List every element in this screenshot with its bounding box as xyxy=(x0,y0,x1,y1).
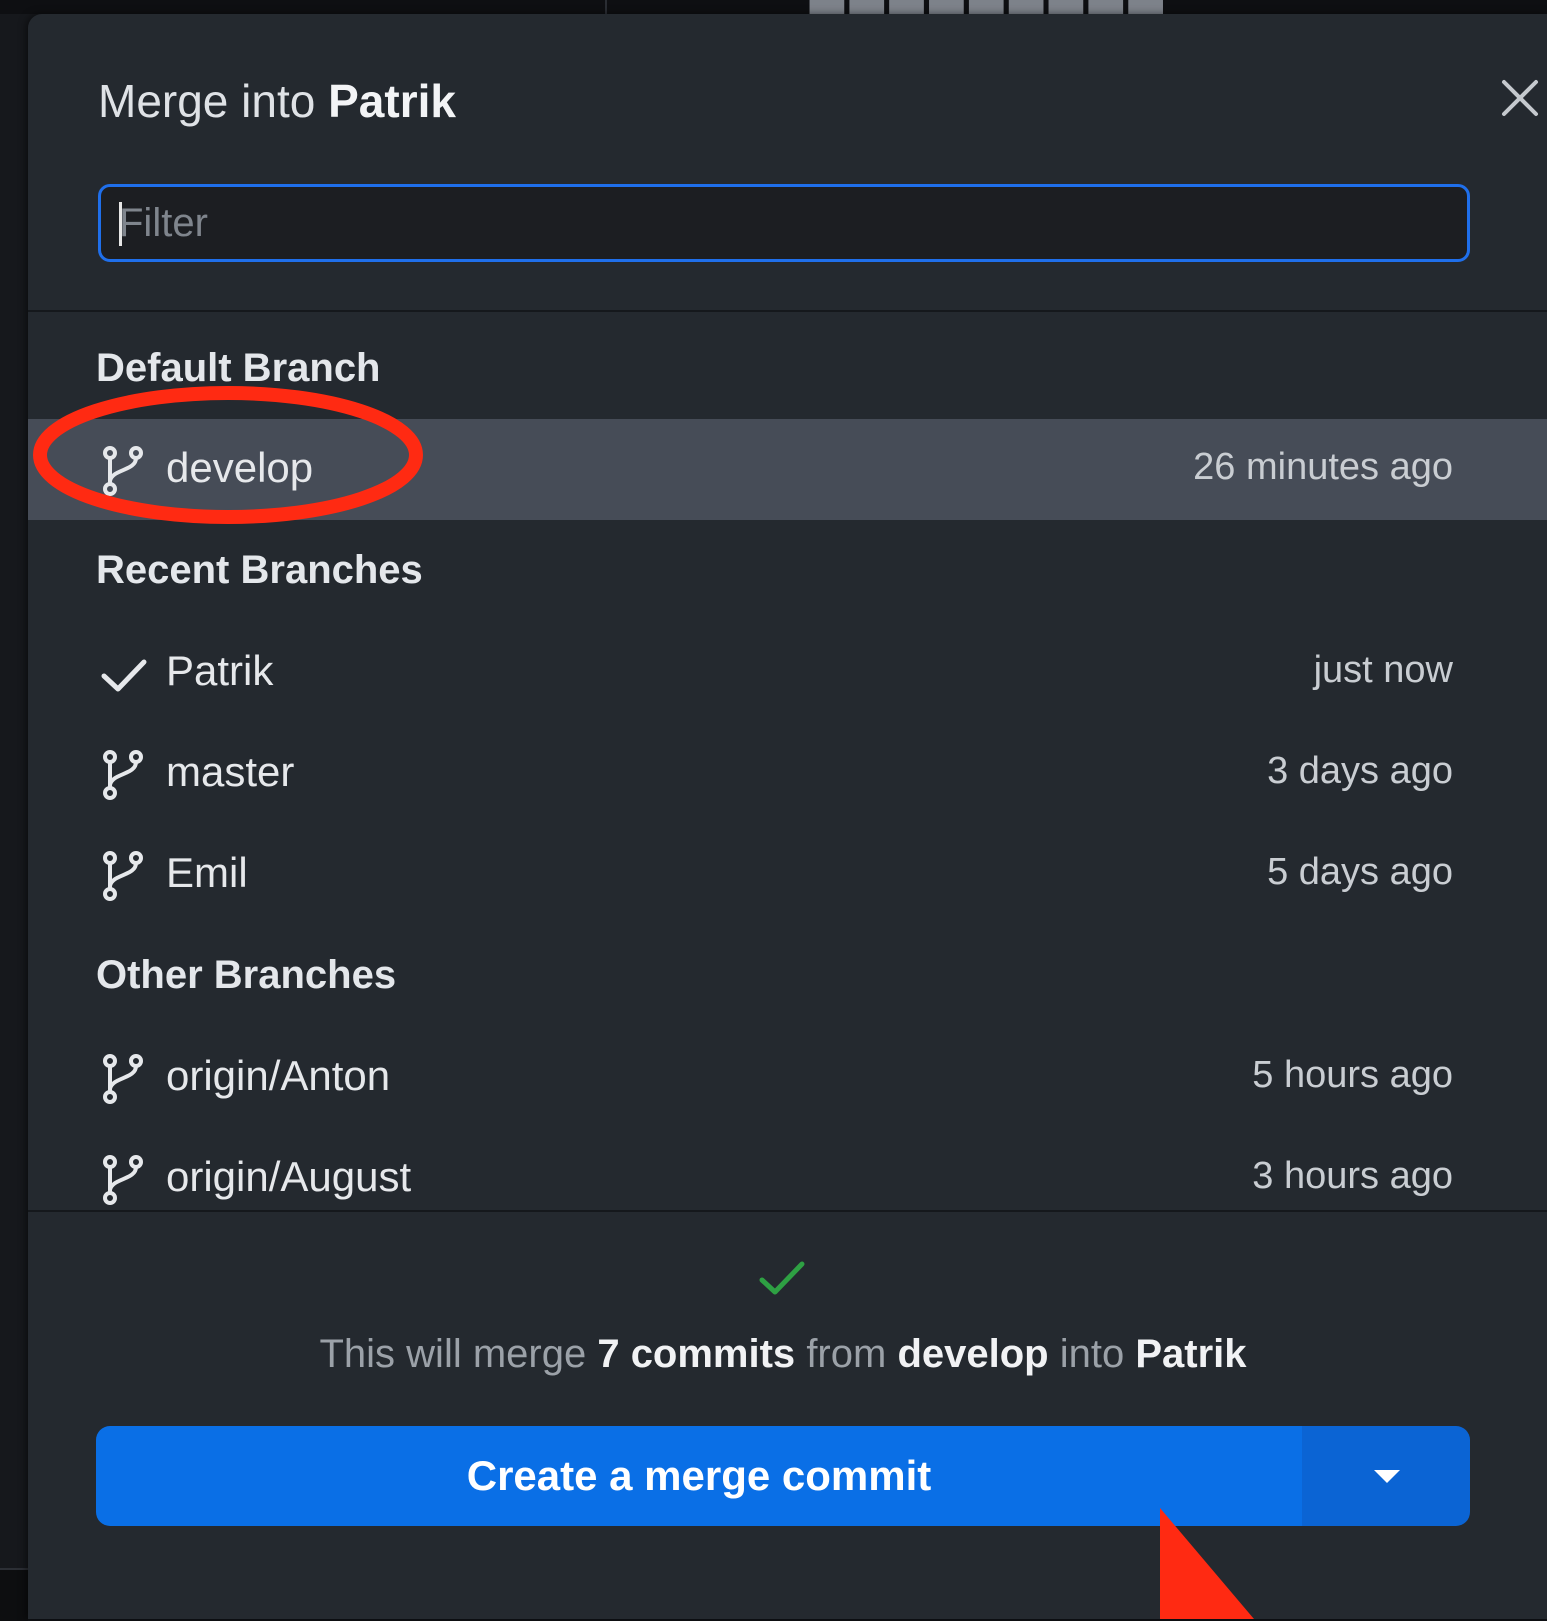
branch-time: 3 hours ago xyxy=(1252,1155,1453,1197)
branch-row-origin-august[interactable]: origin/August 3 hours ago xyxy=(28,1128,1547,1210)
dialog-header: Merge into Patrik xyxy=(28,14,1547,312)
checkmark-icon xyxy=(101,659,147,692)
branch-row-origin-anton[interactable]: origin/Anton 5 hours ago xyxy=(28,1027,1547,1128)
git-branch-icon xyxy=(103,750,143,800)
filter-input[interactable] xyxy=(98,184,1470,262)
section-header-default: Default Branch xyxy=(96,346,381,390)
branch-time: 26 minutes ago xyxy=(1193,446,1453,488)
section-header-other: Other Branches xyxy=(96,953,397,997)
branch-time: 5 hours ago xyxy=(1252,1054,1453,1096)
git-branch-icon xyxy=(103,1054,143,1104)
dialog-footer: This will merge 7 commits from develop i… xyxy=(28,1210,1547,1619)
summary-text: This will merge xyxy=(319,1332,587,1376)
branch-row-emil[interactable]: Emil 5 days ago xyxy=(28,824,1547,925)
branch-name: Emil xyxy=(166,849,248,896)
caret-down-icon xyxy=(1374,1470,1400,1483)
text-caret xyxy=(119,202,122,246)
summary-target-branch: Patrik xyxy=(1135,1332,1247,1376)
branch-name: origin/August xyxy=(166,1153,412,1200)
merge-summary: This will merge 7 commits from develop i… xyxy=(28,1332,1538,1377)
success-check-icon xyxy=(759,1261,805,1295)
branch-row-patrik[interactable]: Patrik just now xyxy=(28,622,1547,723)
summary-text: from xyxy=(806,1332,887,1376)
close-icon xyxy=(1502,80,1538,116)
branch-name: develop xyxy=(166,444,314,491)
branch-row-develop[interactable]: develop 26 minutes ago xyxy=(28,419,1547,520)
branch-name: master xyxy=(166,748,295,795)
branch-name: origin/Anton xyxy=(166,1052,391,1099)
close-button[interactable] xyxy=(1498,76,1546,124)
background-toolbar xyxy=(0,0,1547,14)
summary-text: into xyxy=(1059,1332,1125,1376)
dialog-title-branch: Patrik xyxy=(328,75,456,127)
branch-time: 5 days ago xyxy=(1267,851,1453,893)
dialog-title-prefix: Merge into xyxy=(98,75,316,127)
branch-time: just now xyxy=(1313,649,1453,691)
section-header-recent: Recent Branches xyxy=(96,548,423,592)
merge-dialog: Merge into Patrik Default Branch develop… xyxy=(28,14,1547,1619)
summary-source-branch: develop xyxy=(897,1332,1049,1376)
branch-list[interactable]: Default Branch develop 26 minutes ago Re… xyxy=(28,312,1547,1210)
branch-row-master[interactable]: master 3 days ago xyxy=(28,723,1547,824)
dialog-title: Merge into Patrik xyxy=(98,74,456,128)
branch-name: Patrik xyxy=(166,647,274,694)
background-divider xyxy=(605,0,607,14)
create-merge-commit-button[interactable]: Create a merge commit xyxy=(96,1426,1302,1526)
merge-options-dropdown-button[interactable] xyxy=(1302,1426,1470,1526)
branch-time: 3 days ago xyxy=(1267,750,1453,792)
background-panel-edge xyxy=(0,1568,28,1621)
git-branch-icon xyxy=(103,851,143,901)
summary-commit-count: 7 commits xyxy=(597,1332,796,1376)
git-branch-icon xyxy=(103,446,143,496)
git-branch-icon xyxy=(103,1155,143,1205)
